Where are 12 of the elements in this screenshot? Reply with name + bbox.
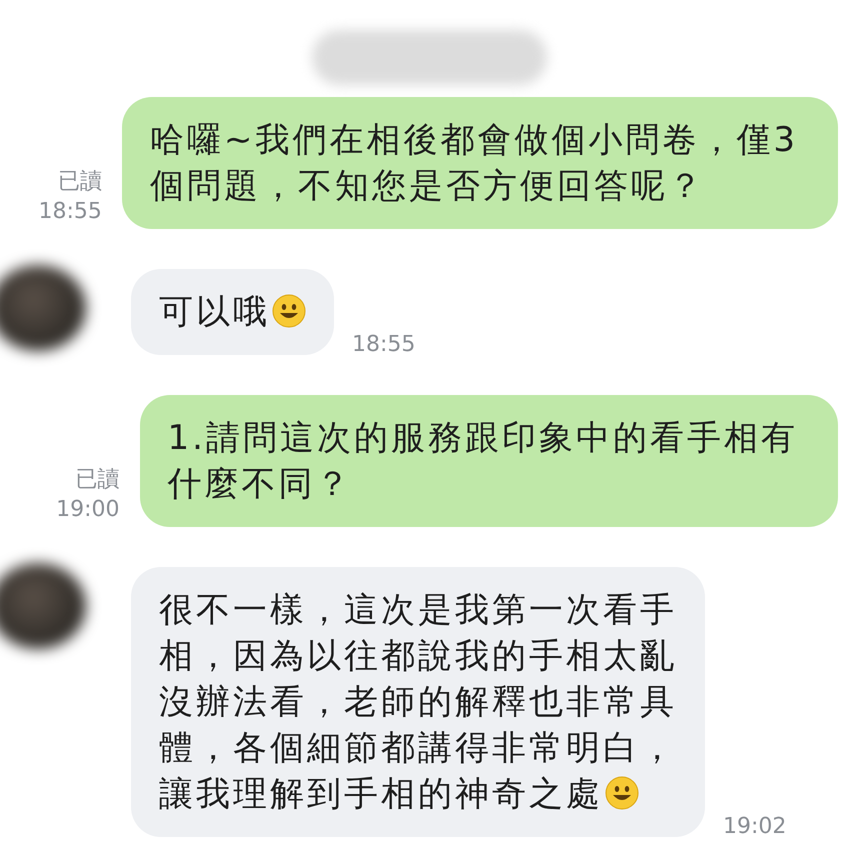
message-time: 18:55 bbox=[352, 332, 416, 357]
avatar[interactable] bbox=[0, 265, 86, 351]
message-time: 18:55 bbox=[38, 198, 102, 226]
read-receipt: 已讀 bbox=[76, 466, 120, 494]
message-text: 哈囉~我們在相後都會做個小問卷，僅3 個問題，不知您是否方便回答呢？ bbox=[150, 120, 798, 206]
message-text: 可以哦 bbox=[159, 292, 270, 332]
message-text: 1.請問這次的服務跟印象中的看手相有 什麼不同？ bbox=[168, 418, 798, 504]
read-receipt: 已讀 bbox=[58, 168, 102, 196]
message-text: 很不一樣，這次是我第一次看手 相，因為以往都說我的手相太亂 沒辦法看，老師的解釋也非常具 體，各個細節都講得非常明白， 讓我理解到手相的神奇之處 bbox=[159, 590, 677, 814]
message-time: 19:00 bbox=[56, 496, 120, 524]
avatar[interactable] bbox=[0, 563, 86, 649]
message-time: 19:02 bbox=[723, 814, 786, 839]
